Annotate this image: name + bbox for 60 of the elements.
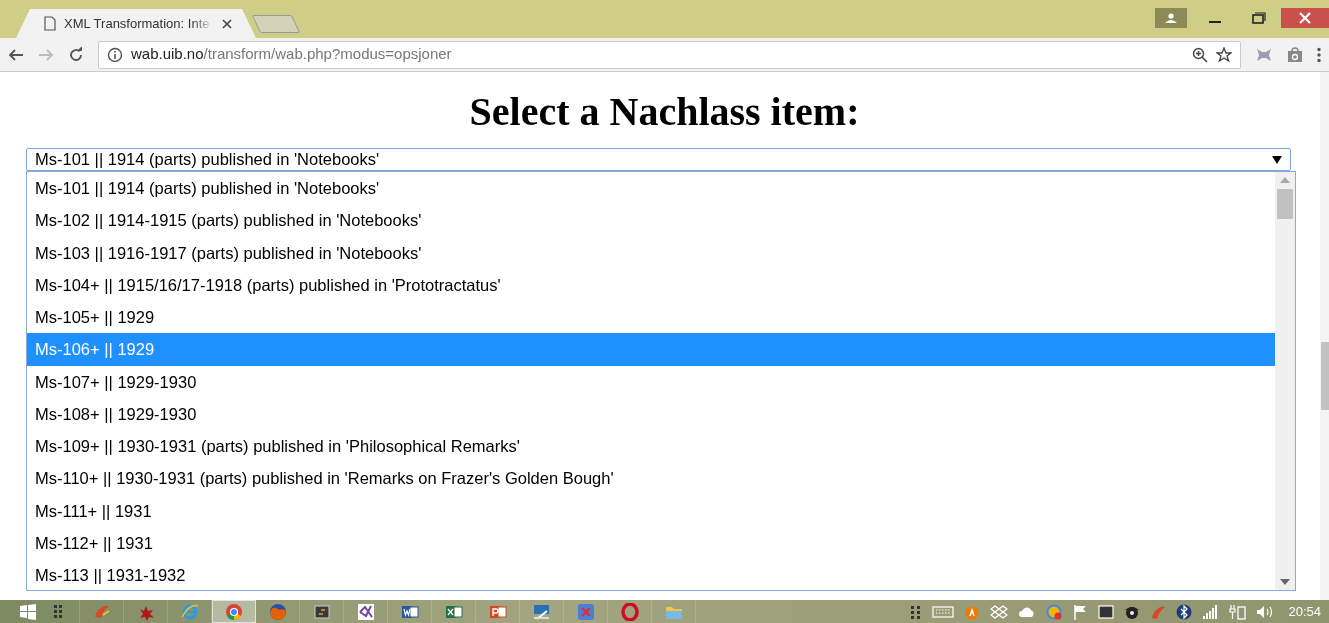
scrollbar-thumb[interactable] — [1321, 342, 1329, 410]
page-icon — [44, 16, 56, 31]
ring-logo-icon — [620, 602, 639, 621]
restore-icon[interactable] — [1252, 12, 1266, 24]
battery-plug-icon[interactable] — [1228, 603, 1247, 620]
new-tab-button[interactable] — [251, 15, 301, 33]
flag-icon[interactable] — [1072, 603, 1089, 620]
dropdown-option[interactable]: Ms-105+ || 1929 — [27, 301, 1275, 334]
globe-icon — [180, 602, 199, 621]
bluetooth-icon[interactable] — [1176, 603, 1193, 620]
dropdown-option[interactable]: Ms-103 || 1916-1917 (parts) published in 'Notebooks' — [27, 236, 1275, 269]
select-field[interactable]: Ms-101 || 1914 (parts) published in 'Notebooks' — [26, 148, 1291, 171]
zoom-icon[interactable] — [1192, 46, 1208, 63]
signal-icon[interactable] — [1202, 604, 1219, 619]
reload-icon[interactable] — [68, 46, 84, 63]
dropdown-option[interactable]: Ms-111+ || 1931 — [27, 494, 1275, 527]
circle-logo-icon — [225, 602, 243, 621]
dropdown-option[interactable]: Ms-102 || 1914-1915 (parts) published in 'Notebooks' — [27, 204, 1275, 237]
star-icon[interactable] — [1216, 46, 1232, 63]
x-app-icon — [576, 602, 595, 621]
close-icon[interactable] — [222, 18, 232, 29]
fox-globe-icon — [268, 602, 287, 621]
scrollbar-thumb[interactable] — [1277, 189, 1293, 219]
browser-tab[interactable]: XML Transformation: Inte — [16, 9, 256, 38]
info-icon — [107, 46, 123, 63]
url-host: wab.uib.no — [131, 44, 204, 65]
address-bar[interactable]: wab.uib.no/transform/wab.php?modus=opsjoner — [98, 40, 1241, 69]
scroll-up-icon[interactable] — [1280, 177, 1290, 183]
dropdown-option[interactable]: Ms-108+ || 1929-1930 — [27, 397, 1275, 430]
grid-icon[interactable] — [910, 604, 923, 619]
dropdown-option[interactable]: Ms-107+ || 1929-1930 — [27, 365, 1275, 398]
pen-tool-icon — [532, 602, 551, 621]
shopping-bag-icon[interactable] — [1287, 46, 1303, 63]
terminal-icon — [312, 602, 331, 621]
dropdown-option[interactable]: Ms-113 || 1931-1932 — [27, 559, 1275, 590]
url-path: /transform/wab.php?modus=opsjoner — [203, 44, 452, 65]
back-arrow-icon[interactable] — [8, 47, 24, 62]
keyboard-icon[interactable] — [932, 605, 955, 618]
taskbar-button[interactable] — [212, 600, 256, 623]
page-scrollbar[interactable] — [1320, 72, 1329, 600]
windows-logo-icon[interactable] — [20, 603, 36, 620]
extension-icon[interactable] — [1255, 46, 1273, 63]
dropdown-caret-icon — [1272, 155, 1282, 164]
dropbox-icon[interactable] — [990, 604, 1009, 619]
dropdown-option[interactable]: Ms-110+ || 1930-1931 (parts) published in 'Remarks on Frazer's Golden Bough' — [27, 462, 1275, 495]
chrome-alert-icon[interactable] — [1046, 603, 1063, 620]
menu-icon[interactable] — [1317, 46, 1321, 63]
dropdown-option[interactable]: Ms-101 || 1914 (parts) published in 'Notebooks' — [27, 172, 1275, 205]
page-heading: Select a Nachlass item: — [468, 90, 861, 134]
dropdown-option[interactable]: Ms-104+ || 1915/16/17-1918 (parts) published in 'Prototractatus' — [27, 268, 1275, 301]
grid-icon — [53, 605, 62, 618]
scroll-down-icon[interactable] — [1280, 579, 1290, 585]
dropdown-option[interactable]: Ms-112+ || 1931 — [27, 526, 1275, 559]
dropdown-option[interactable]: Ms-109+ || 1930-1931 (parts) published in 'Philosophical Remarks' — [27, 430, 1275, 463]
touchpad-icon[interactable] — [1098, 604, 1115, 619]
scrollbar[interactable] — [1275, 172, 1295, 590]
forward-arrow-icon[interactable] — [38, 47, 54, 62]
cloud-icon[interactable] — [1018, 605, 1037, 618]
user-icon[interactable] — [1165, 13, 1177, 23]
ribbon-icon — [356, 602, 375, 621]
